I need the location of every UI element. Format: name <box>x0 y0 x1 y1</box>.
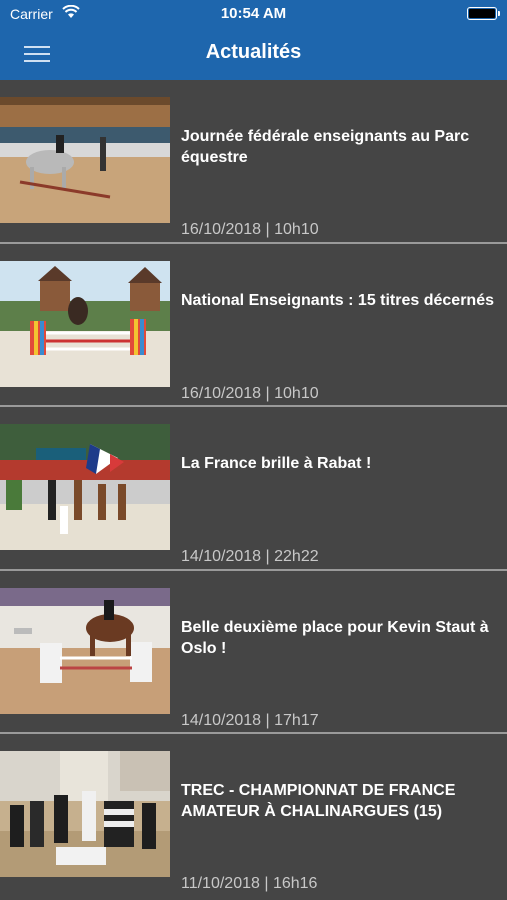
news-thumbnail <box>0 97 170 223</box>
news-item[interactable]: National Enseignants : 15 titres décerné… <box>0 244 507 407</box>
news-item[interactable]: Belle deuxième place pour Kevin Staut à … <box>0 571 507 734</box>
news-list: Journée fédérale enseignants au Parc équ… <box>0 80 507 898</box>
news-title: Belle deuxième place pour Kevin Staut à … <box>181 618 489 657</box>
news-thumbnail <box>0 587 170 714</box>
news-item[interactable]: TREC - CHAMPIONNAT DE FRANCE AMATEUR À C… <box>0 734 507 898</box>
news-title: TREC - CHAMPIONNAT DE FRANCE AMATEUR À C… <box>181 782 456 820</box>
news-item[interactable]: La France brille à Rabat ! 14/10/2018 | … <box>0 407 507 571</box>
news-date: 16/10/2018 | 10h10 <box>181 384 319 402</box>
news-item[interactable]: Journée fédérale enseignants au Parc équ… <box>0 80 507 244</box>
news-title: La France brille à Rabat ! <box>181 455 372 472</box>
page-title: Actualités <box>205 41 302 63</box>
news-title: Journée fédérale enseignants au Parc équ… <box>181 128 470 166</box>
news-date: 11/10/2018 | 16h16 <box>181 875 318 892</box>
news-thumbnail <box>0 751 170 877</box>
nav-bar: Actualités <box>0 28 507 80</box>
news-date: 14/10/2018 | 22h22 <box>181 548 319 565</box>
news-date: 16/10/2018 | 10h10 <box>181 221 319 238</box>
status-bar: Carrier 10:54 AM <box>0 0 507 28</box>
news-title: National Enseignants : 15 titres décerné… <box>181 291 494 309</box>
news-thumbnail <box>0 260 170 387</box>
battery-icon <box>467 7 500 20</box>
news-thumbnail <box>0 424 170 550</box>
news-date: 14/10/2018 | 17h17 <box>181 711 319 729</box>
clock: 10:54 AM <box>220 5 287 22</box>
